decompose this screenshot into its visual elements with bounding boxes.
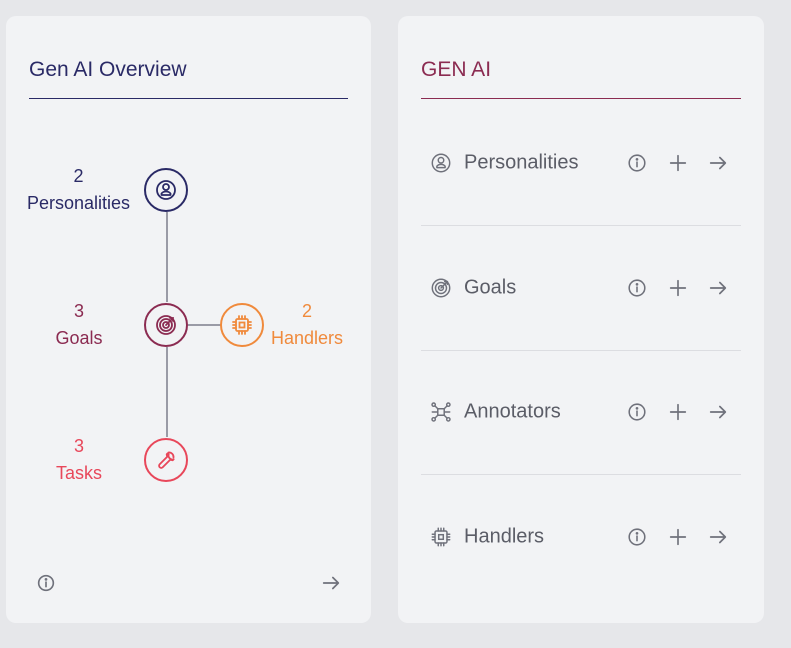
list-item-label: Goals bbox=[464, 276, 517, 299]
goals-count: 3 bbox=[73, 301, 84, 321]
overview-title: Gen AI Overview bbox=[29, 58, 187, 81]
personalities-count: 2 bbox=[73, 166, 84, 186]
info-icon bbox=[628, 279, 646, 297]
info-icon bbox=[628, 403, 646, 421]
handlers-add-button[interactable] bbox=[665, 524, 691, 550]
user-circle-icon bbox=[431, 153, 451, 173]
tasks-count: 3 bbox=[73, 436, 84, 456]
personalities-stat: 2 Personalities bbox=[22, 163, 135, 217]
list-item-label: Personalities bbox=[464, 151, 579, 174]
overview-divider bbox=[29, 98, 348, 99]
list-item-label: Annotators bbox=[464, 400, 561, 423]
plus-icon bbox=[669, 403, 687, 421]
goals-node[interactable] bbox=[144, 303, 188, 347]
genai-divider bbox=[421, 98, 741, 99]
target-icon bbox=[431, 278, 451, 298]
arrow-right-icon bbox=[709, 156, 727, 170]
list-item-handlers[interactable]: Handlers bbox=[421, 475, 741, 599]
arrow-right-icon bbox=[709, 405, 727, 419]
list-item-goals[interactable]: Goals bbox=[421, 226, 741, 350]
connector-vertical-bottom bbox=[166, 347, 168, 437]
info-icon bbox=[628, 154, 646, 172]
annotators-info-button[interactable] bbox=[624, 399, 650, 425]
network-icon bbox=[431, 402, 451, 422]
user-circle-icon bbox=[156, 180, 176, 200]
overview-card: Gen AI Overview 2 Personalities 3 Goals … bbox=[6, 16, 371, 623]
list-item-label: Handlers bbox=[464, 525, 545, 548]
plus-icon bbox=[669, 528, 687, 546]
tasks-label: Tasks bbox=[55, 463, 102, 483]
handlers-stat: 2 Handlers bbox=[264, 298, 350, 352]
plus-icon bbox=[669, 279, 687, 297]
chip-icon bbox=[431, 527, 451, 547]
handlers-open-button[interactable] bbox=[705, 524, 731, 550]
target-icon bbox=[156, 315, 176, 335]
annotators-open-button[interactable] bbox=[705, 399, 731, 425]
info-icon bbox=[628, 528, 646, 546]
tasks-stat: 3 Tasks bbox=[44, 433, 114, 487]
connector-horizontal bbox=[188, 324, 221, 326]
connector-vertical-top bbox=[166, 212, 168, 302]
genai-title: GEN AI bbox=[421, 58, 492, 81]
personalities-node[interactable] bbox=[144, 168, 188, 212]
genai-card: GEN AI Personalities Goals Annotators Ha… bbox=[398, 16, 764, 623]
handlers-count: 2 bbox=[301, 301, 312, 321]
plus-icon bbox=[669, 154, 687, 172]
tasks-node[interactable] bbox=[144, 438, 188, 482]
arrow-right-icon bbox=[322, 576, 340, 590]
overview-open-button[interactable] bbox=[318, 570, 344, 596]
arrow-right-icon bbox=[709, 281, 727, 295]
list-item-annotators[interactable]: Annotators bbox=[421, 350, 741, 474]
goals-add-button[interactable] bbox=[665, 275, 691, 301]
list-item-personalities[interactable]: Personalities bbox=[421, 101, 741, 225]
personalities-label: Personalities bbox=[26, 193, 131, 213]
personalities-open-button[interactable] bbox=[705, 150, 731, 176]
goals-info-button[interactable] bbox=[624, 275, 650, 301]
goals-stat: 3 Goals bbox=[44, 298, 114, 352]
annotators-add-button[interactable] bbox=[665, 399, 691, 425]
wrench-icon bbox=[158, 451, 175, 469]
chip-icon bbox=[232, 315, 252, 335]
personalities-info-button[interactable] bbox=[624, 150, 650, 176]
goals-open-button[interactable] bbox=[705, 275, 731, 301]
handlers-node[interactable] bbox=[220, 303, 264, 347]
personalities-add-button[interactable] bbox=[665, 150, 691, 176]
arrow-right-icon bbox=[709, 530, 727, 544]
overview-info-button[interactable] bbox=[33, 570, 59, 596]
info-icon bbox=[37, 574, 55, 592]
handlers-info-button[interactable] bbox=[624, 524, 650, 550]
goals-label: Goals bbox=[55, 328, 103, 348]
handlers-label: Handlers bbox=[270, 328, 344, 348]
